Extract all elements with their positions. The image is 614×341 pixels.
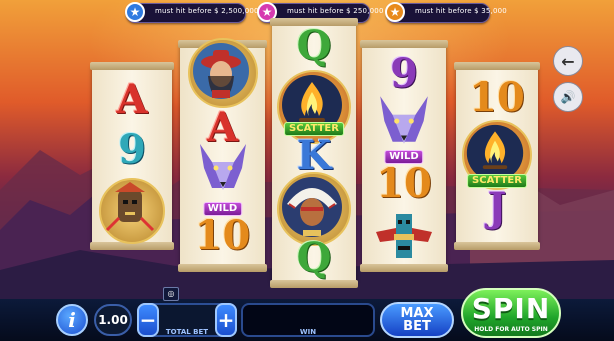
symbol-a: A xyxy=(116,76,148,123)
symbol-10: 10 xyxy=(469,74,525,121)
star-icon: ★ xyxy=(385,2,405,22)
bet-increase-button[interactable]: + xyxy=(215,303,237,337)
jackpot-minor-text: must hit before $ 35,000 xyxy=(415,7,507,15)
spin-label: SPIN xyxy=(471,292,551,325)
symbol-10: 10 xyxy=(194,212,251,259)
bet-value[interactable]: 1.00 xyxy=(94,304,132,336)
win-label: WIN xyxy=(299,328,317,336)
speaker-icon: 🔊 xyxy=(560,90,576,104)
totem-symbol xyxy=(374,210,434,262)
reel-cap xyxy=(178,264,267,272)
symbol-10: 10 xyxy=(376,160,432,207)
back-arrow-icon: ← xyxy=(561,51,575,71)
info-button[interactable]: i xyxy=(56,304,88,336)
jackpot-minor: ★ must hit before $ 35,000 xyxy=(385,2,507,23)
info-icon: i xyxy=(68,308,76,332)
coins-icon[interactable]: ◎ xyxy=(163,287,179,301)
reel-cap xyxy=(454,62,540,70)
reel-2: A WILD 10 xyxy=(178,38,267,272)
wolf-wild-symbol xyxy=(371,90,437,150)
symbol-q: Q xyxy=(296,234,332,281)
reel-4: 9 WILD 10 xyxy=(360,40,448,272)
reel-cap xyxy=(270,280,358,288)
total-bet-label: TOTAL BET xyxy=(165,328,209,336)
symbol-9: 9 xyxy=(118,126,146,173)
reel-cap xyxy=(90,62,174,70)
wolf-wild-symbol xyxy=(192,138,254,196)
max-bet-button[interactable]: MAX BET xyxy=(380,302,454,338)
reel-cap xyxy=(360,40,448,48)
jackpot-major-text: must hit before $ 250,000 xyxy=(287,7,384,15)
reel-5: 10 SCATTER J xyxy=(454,62,540,250)
jackpot-grand: ★ must hit before $ 2,500,000 xyxy=(125,2,258,23)
reel-1: A 9 xyxy=(90,62,174,250)
reel-3: Q SCATTER K Q xyxy=(270,18,358,288)
symbol-q: Q xyxy=(296,22,332,69)
reel-cap xyxy=(454,242,540,250)
bet-decrease-button[interactable]: − xyxy=(137,303,159,337)
sound-button[interactable]: 🔊 xyxy=(553,82,583,112)
spin-button[interactable]: SPIN HOLD FOR AUTO SPIN xyxy=(461,288,561,338)
auto-spin-hint: HOLD FOR AUTO SPIN xyxy=(474,326,548,333)
back-button[interactable]: ← xyxy=(553,46,583,76)
max-bet-label-line2: BET xyxy=(403,319,431,334)
woman-portrait-symbol xyxy=(187,38,258,108)
symbol-j: J xyxy=(487,184,507,231)
tribal-mask-symbol xyxy=(99,178,165,244)
reel-cap xyxy=(360,264,448,272)
star-icon: ★ xyxy=(125,2,145,22)
jackpot-grand-text: must hit before $ 2,500,000 xyxy=(155,7,259,15)
